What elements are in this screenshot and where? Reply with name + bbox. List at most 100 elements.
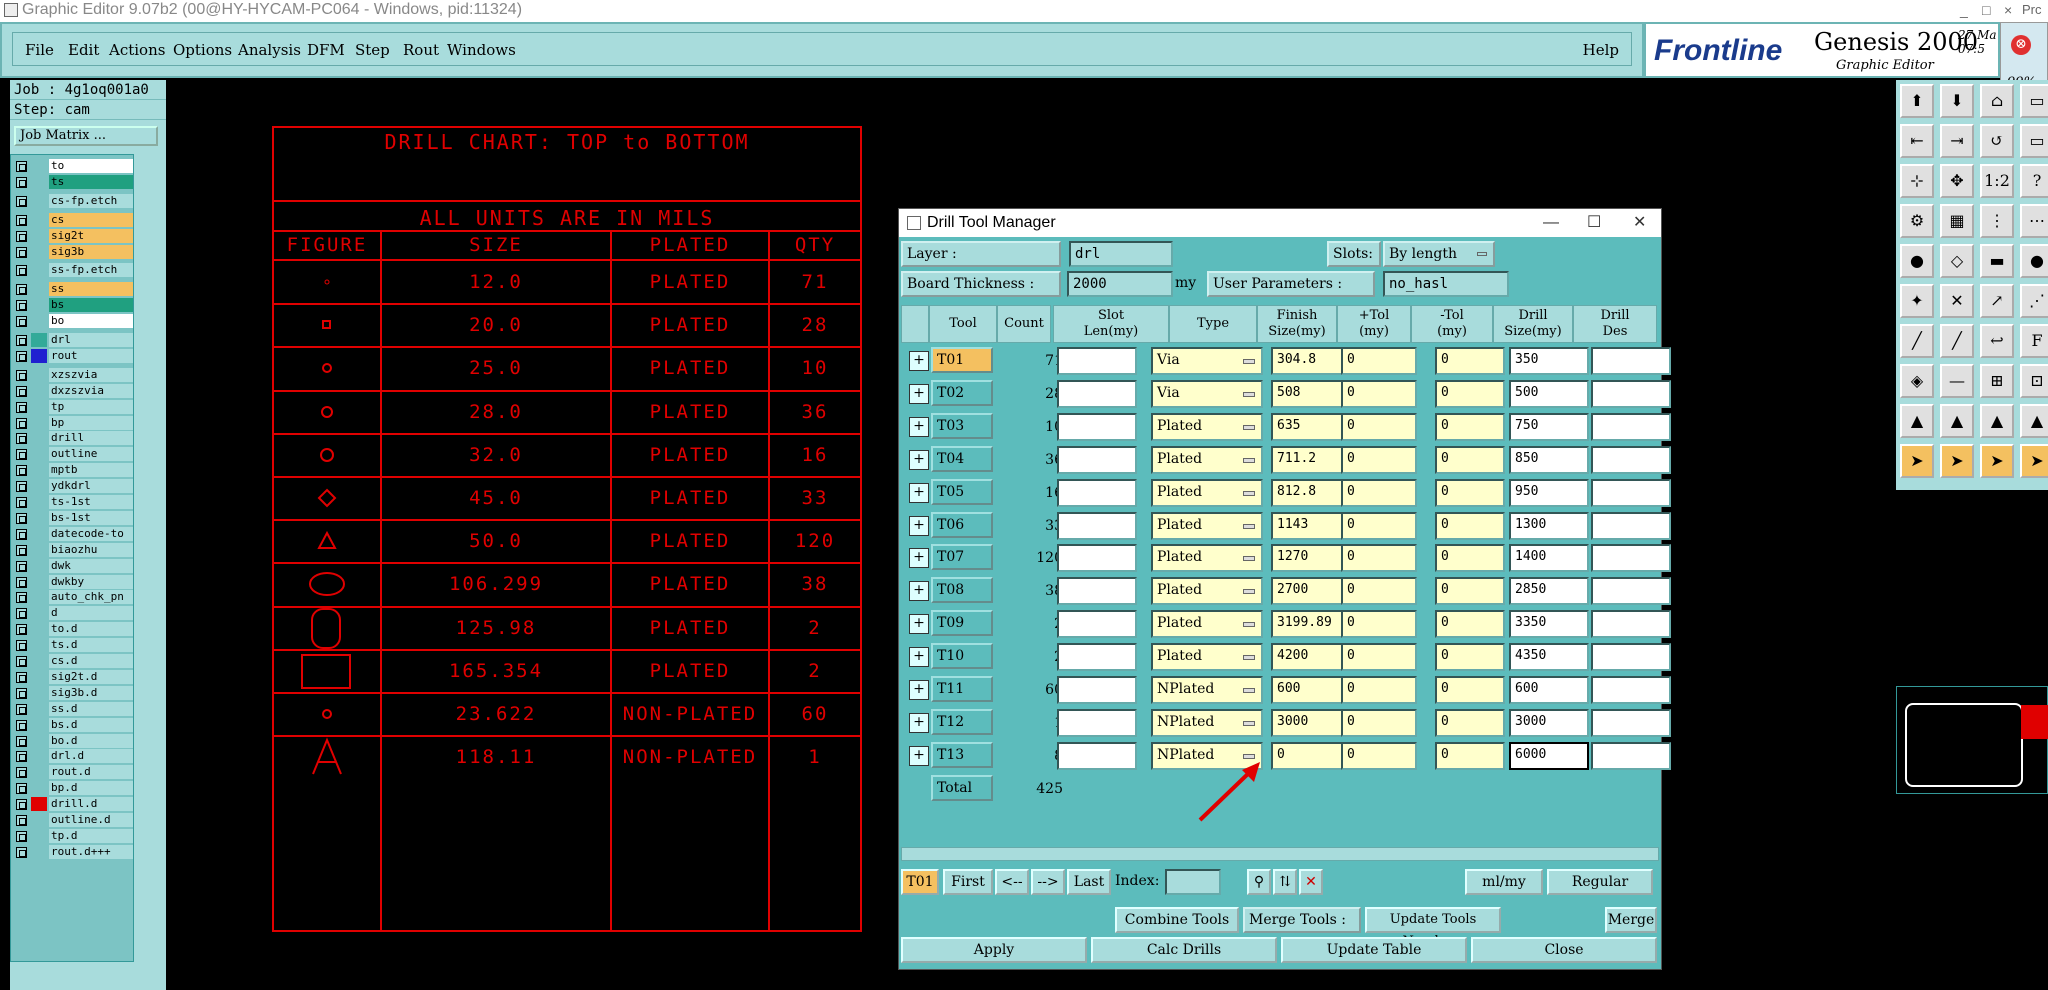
slot-len-field[interactable] [1057, 708, 1137, 737]
layer-checkbox[interactable] [16, 830, 27, 842]
layer-checkbox[interactable] [16, 576, 27, 588]
menu-help[interactable]: Help [1583, 41, 1619, 59]
drill-des-field[interactable] [1591, 379, 1671, 408]
tool-icon-5[interactable]: ⇤ [1900, 124, 1934, 158]
layer-bs[interactable]: bs [13, 298, 135, 313]
layer-drill[interactable]: drill [13, 431, 135, 446]
expand-row-button[interactable]: + [909, 449, 929, 470]
tool-icon-30[interactable]: — [1940, 364, 1974, 398]
expand-row-button[interactable]: + [909, 647, 929, 668]
combine-tools-button[interactable]: Combine Tools [1115, 907, 1239, 933]
drill-size-field[interactable]: 600 [1509, 676, 1589, 704]
slot-len-field[interactable] [1057, 676, 1137, 704]
type-dropdown[interactable]: Plated [1151, 610, 1263, 639]
slot-len-field[interactable] [1057, 478, 1137, 507]
tool-icon-7[interactable]: ↺ [1980, 124, 2014, 158]
minus-tol-field[interactable]: 0 [1435, 511, 1505, 540]
tool-icon-38[interactable]: ➤ [1940, 444, 1974, 478]
expand-row-button[interactable]: + [909, 745, 929, 766]
layer-checkbox[interactable] [16, 656, 27, 667]
layer-checkbox[interactable] [16, 350, 27, 362]
layer-drl[interactable]: drl [13, 333, 135, 348]
layer-outline[interactable]: outline [13, 447, 135, 462]
prev-button[interactable]: <-- [995, 869, 1029, 895]
layer-checkbox[interactable] [16, 417, 27, 429]
plus-tol-field[interactable]: 0 [1341, 643, 1417, 672]
drill-size-field[interactable]: 750 [1509, 412, 1589, 441]
drill-des-field[interactable] [1591, 511, 1671, 540]
job-matrix-button[interactable]: Job Matrix ... [14, 126, 158, 146]
menu-file[interactable]: File [25, 41, 54, 59]
tool-icon-25[interactable]: ╱ [1900, 324, 1934, 358]
plus-tol-field[interactable]: 0 [1341, 511, 1417, 540]
layer-checkbox[interactable] [16, 687, 27, 699]
slot-len-field[interactable] [1057, 610, 1137, 639]
menu-analysis[interactable]: Analysis [238, 41, 301, 59]
dialog-close-button[interactable]: ✕ [1633, 209, 1646, 237]
tool-button[interactable]: T10 [931, 643, 993, 670]
tool-button[interactable]: T06 [931, 511, 993, 538]
layer-tp[interactable]: tp [13, 399, 135, 415]
minimize-button[interactable]: _ [1960, 0, 1968, 20]
expand-row-button[interactable]: + [909, 482, 929, 503]
layer-checkbox[interactable] [16, 465, 27, 477]
tool-icon-35[interactable]: ▲ [1980, 404, 2014, 438]
layer-checkbox[interactable] [16, 265, 27, 277]
maximize-button[interactable]: □ [1982, 0, 1990, 20]
layer-cs-fp-etch[interactable]: cs-fp.etch [13, 193, 135, 209]
layer-datecode-to[interactable]: datecode-to [13, 526, 135, 542]
drill-des-field[interactable] [1591, 478, 1671, 507]
clear-icon[interactable]: ✕ [1299, 869, 1323, 895]
menu-step[interactable]: Step [355, 41, 390, 59]
find-icon[interactable]: ⚲ [1247, 869, 1271, 895]
minus-tol-field[interactable]: 0 [1435, 643, 1505, 672]
drill-des-field[interactable] [1591, 445, 1671, 474]
tool-icon-22[interactable]: ✕ [1940, 284, 1974, 318]
layer-checkbox[interactable] [16, 608, 27, 620]
board-thickness-field[interactable]: 2000 [1067, 271, 1173, 297]
drill-des-field[interactable] [1591, 741, 1671, 770]
layer-checkbox[interactable] [16, 335, 27, 346]
layer-bp[interactable]: bp [13, 415, 135, 431]
layer-bp-d[interactable]: bp.d [13, 781, 135, 796]
layer-checkbox[interactable] [16, 401, 27, 413]
layer-checkbox[interactable] [16, 284, 27, 296]
type-dropdown[interactable]: Via [1151, 379, 1263, 408]
expand-row-button[interactable]: + [909, 548, 929, 569]
layer-checkbox[interactable] [16, 214, 27, 226]
layer-checkbox[interactable] [16, 544, 27, 556]
expand-row-button[interactable]: + [909, 614, 929, 635]
tool-button[interactable]: T09 [931, 610, 993, 637]
tool-button[interactable]: T13 [931, 741, 993, 768]
drill-size-field[interactable]: 850 [1509, 445, 1589, 474]
drill-size-field[interactable]: 3000 [1509, 708, 1589, 737]
layer-xzszvia[interactable]: xzszvia [13, 367, 135, 383]
minus-tol-field[interactable]: 0 [1435, 445, 1505, 474]
type-dropdown[interactable]: Plated [1151, 511, 1263, 540]
type-dropdown[interactable]: Via [1151, 347, 1263, 375]
layer-dwk[interactable]: dwk [13, 558, 135, 574]
layer-field[interactable]: drl [1069, 241, 1173, 267]
layer-checkbox[interactable] [16, 783, 27, 795]
tool-icon-16[interactable]: ⋯ [2020, 204, 2048, 238]
layer-checkbox[interactable] [16, 640, 27, 652]
minus-tol-field[interactable]: 0 [1435, 741, 1505, 770]
layer-sig2t[interactable]: sig2t [13, 228, 135, 244]
tool-icon-26[interactable]: ╱ [1940, 324, 1974, 358]
minus-tol-field[interactable]: 0 [1435, 676, 1505, 704]
dialog-maximize-button[interactable]: ☐ [1587, 209, 1601, 237]
horizontal-scrollbar[interactable] [901, 847, 1659, 861]
slot-len-field[interactable] [1057, 577, 1137, 606]
tool-icon-8[interactable]: ▭ [2020, 124, 2048, 158]
plus-tol-field[interactable]: 0 [1341, 544, 1417, 573]
tool-icon-14[interactable]: ▦ [1940, 204, 1974, 238]
type-dropdown[interactable]: NPlated [1151, 676, 1263, 704]
adjacent-window-tab[interactable]: Prc [2022, 0, 2042, 20]
dialog-minimize-button[interactable]: — [1543, 209, 1559, 237]
drill-size-field[interactable]: 1400 [1509, 544, 1589, 573]
expand-row-button[interactable]: + [909, 383, 929, 404]
type-dropdown[interactable]: Plated [1151, 412, 1263, 441]
layer-checkbox[interactable] [16, 246, 27, 258]
tool-icon-2[interactable]: ⬇ [1940, 84, 1974, 118]
layer-checkbox[interactable] [16, 703, 27, 715]
